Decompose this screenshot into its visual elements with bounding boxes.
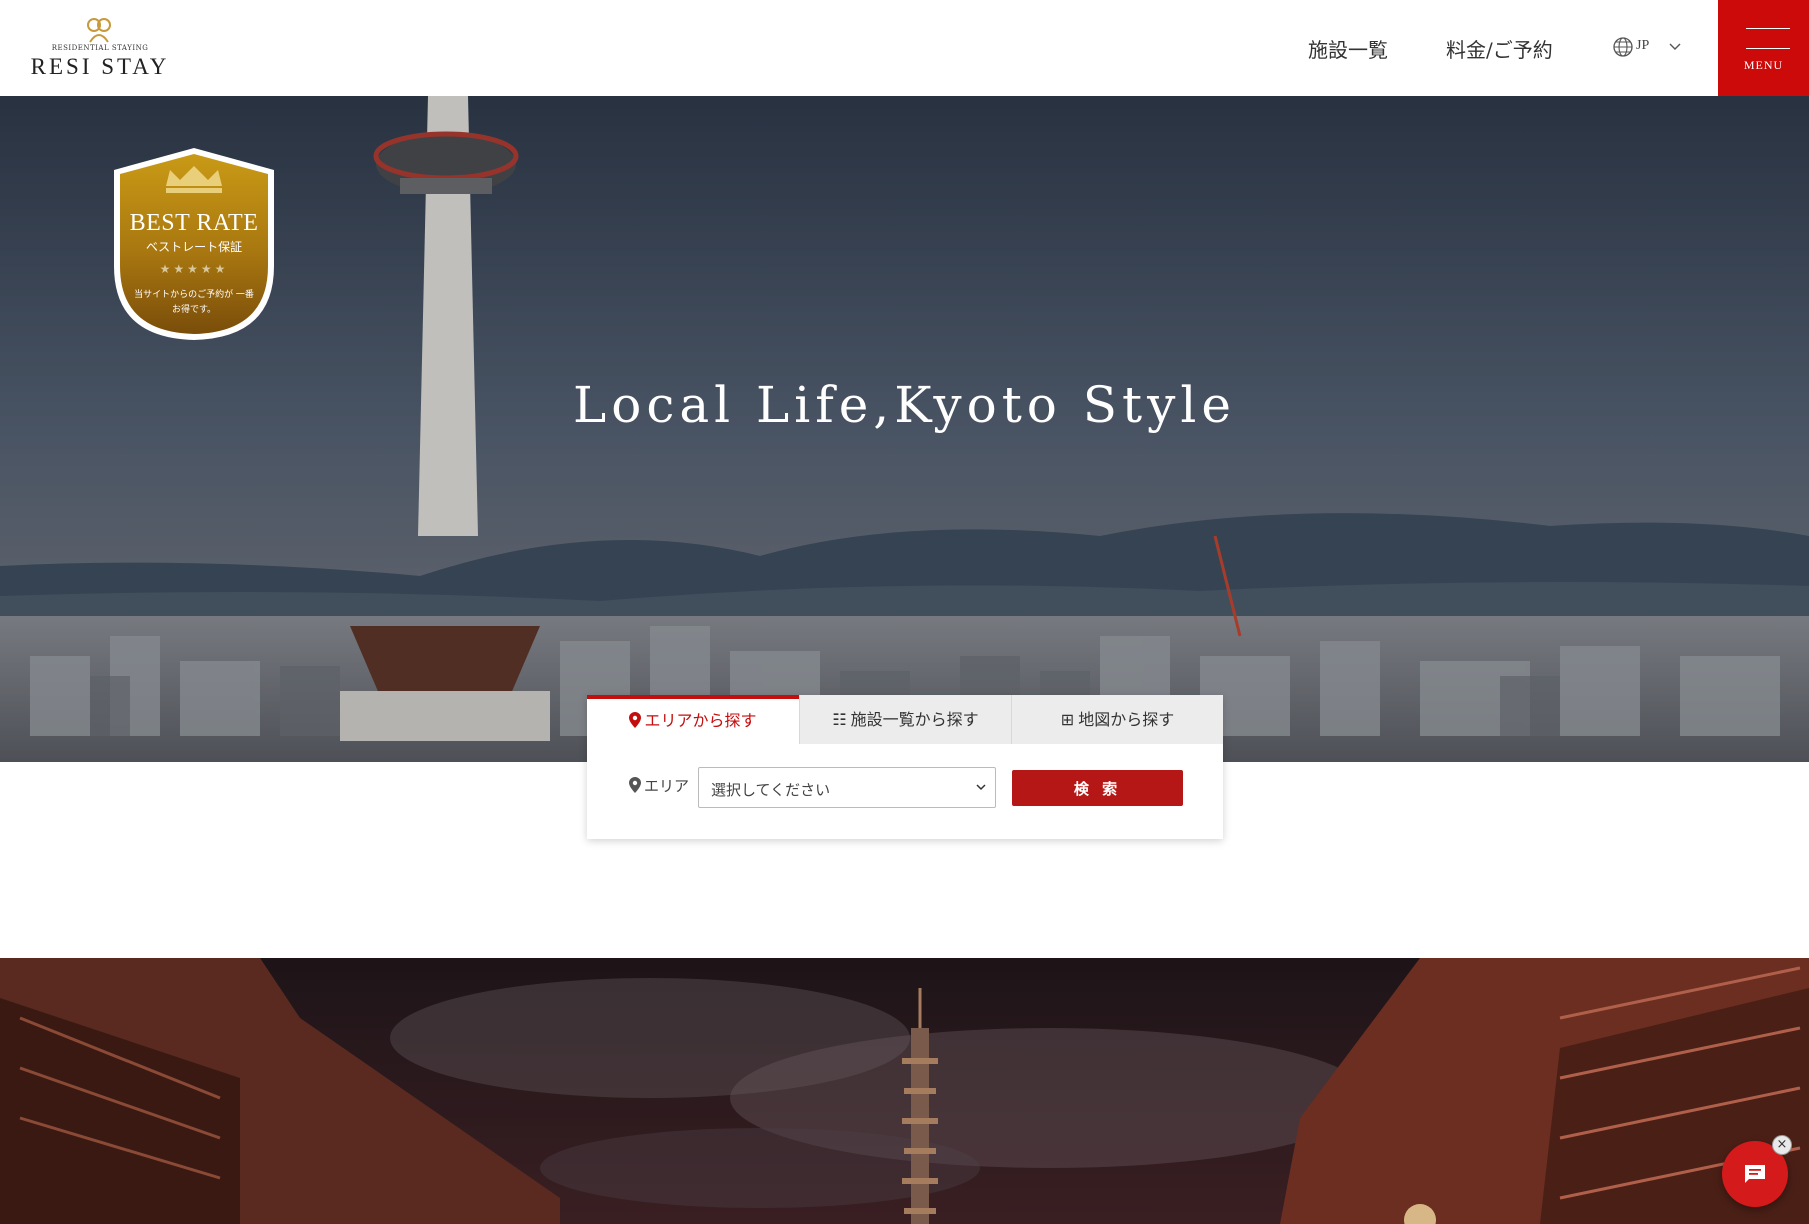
menu-line-top	[1746, 28, 1790, 29]
chat-icon	[1745, 1165, 1765, 1183]
tab-search-by-map-label: 地図から探す	[1078, 710, 1175, 729]
logo-subtitle: RESIDENTIAL STAYING	[51, 44, 149, 52]
chat-close-button[interactable]: ×	[1772, 1135, 1792, 1155]
search-tabs: エリアから探す ☷ 施設一覧から探す ⊞ 地図から探す	[587, 695, 1223, 744]
tab-search-by-facility-list-label: 施設一覧から探す	[850, 710, 979, 729]
menu-line-bottom	[1746, 48, 1790, 49]
menu-button[interactable]: MENU	[1718, 0, 1809, 96]
badge-subtitle: ベストレート保証	[145, 240, 243, 254]
search-button[interactable]: 検 索	[1012, 770, 1183, 806]
site-header: RESIDENTIAL STAYING RESI STAY 施設一覧 料金/ご予…	[0, 0, 1809, 96]
map-pin-icon	[629, 712, 642, 728]
area-field-label: エリア	[629, 775, 689, 796]
area-select-value: 選択してください	[711, 781, 831, 799]
badge-note: 当サイトからのご予約が 一番お得です。	[134, 290, 254, 315]
nav-facilities-link[interactable]: 施設一覧	[1308, 34, 1388, 63]
nav-booking-link[interactable]: 料金/ご予約	[1446, 34, 1553, 63]
list-icon: ☷	[832, 710, 847, 729]
logo-mark-icon	[87, 18, 111, 43]
night-street-image	[0, 958, 1809, 1224]
badge-title: BEST RATE	[129, 210, 259, 236]
logo-wordmark: RESI STAY	[30, 54, 170, 79]
chevron-down-icon	[976, 784, 986, 791]
tab-search-by-area[interactable]: エリアから探す	[587, 695, 799, 744]
map-icon: ⊞	[1060, 710, 1075, 729]
tab-search-by-facility-list[interactable]: ☷ 施設一覧から探す	[799, 695, 1011, 744]
language-selector[interactable]: JP	[1612, 34, 1684, 60]
hero-title: Local Life,Kyoto Style	[573, 376, 1236, 434]
area-select[interactable]: 選択してください	[698, 767, 996, 808]
globe-icon	[1613, 37, 1633, 57]
language-label: JP	[1636, 38, 1650, 53]
area-label-text: エリア	[644, 777, 690, 795]
tab-search-by-area-label: エリアから探す	[644, 711, 757, 730]
search-panel: エリアから探す ☷ 施設一覧から探す ⊞ 地図から探す エリア 選択してください 検…	[587, 695, 1223, 839]
site-logo[interactable]: RESIDENTIAL STAYING RESI STAY	[20, 16, 180, 80]
tab-search-by-map[interactable]: ⊞ 地図から探す	[1011, 695, 1223, 744]
chevron-down-icon	[1669, 43, 1681, 50]
night-kyoto-image	[0, 958, 1809, 1224]
map-pin-icon	[629, 777, 641, 793]
badge-stars: ★★★★★	[159, 262, 229, 276]
menu-label: MENU	[1743, 58, 1784, 72]
best-rate-badge[interactable]: BEST RATE ベストレート保証 ★★★★★ 当サイトからのご予約が 一番お…	[110, 146, 278, 342]
